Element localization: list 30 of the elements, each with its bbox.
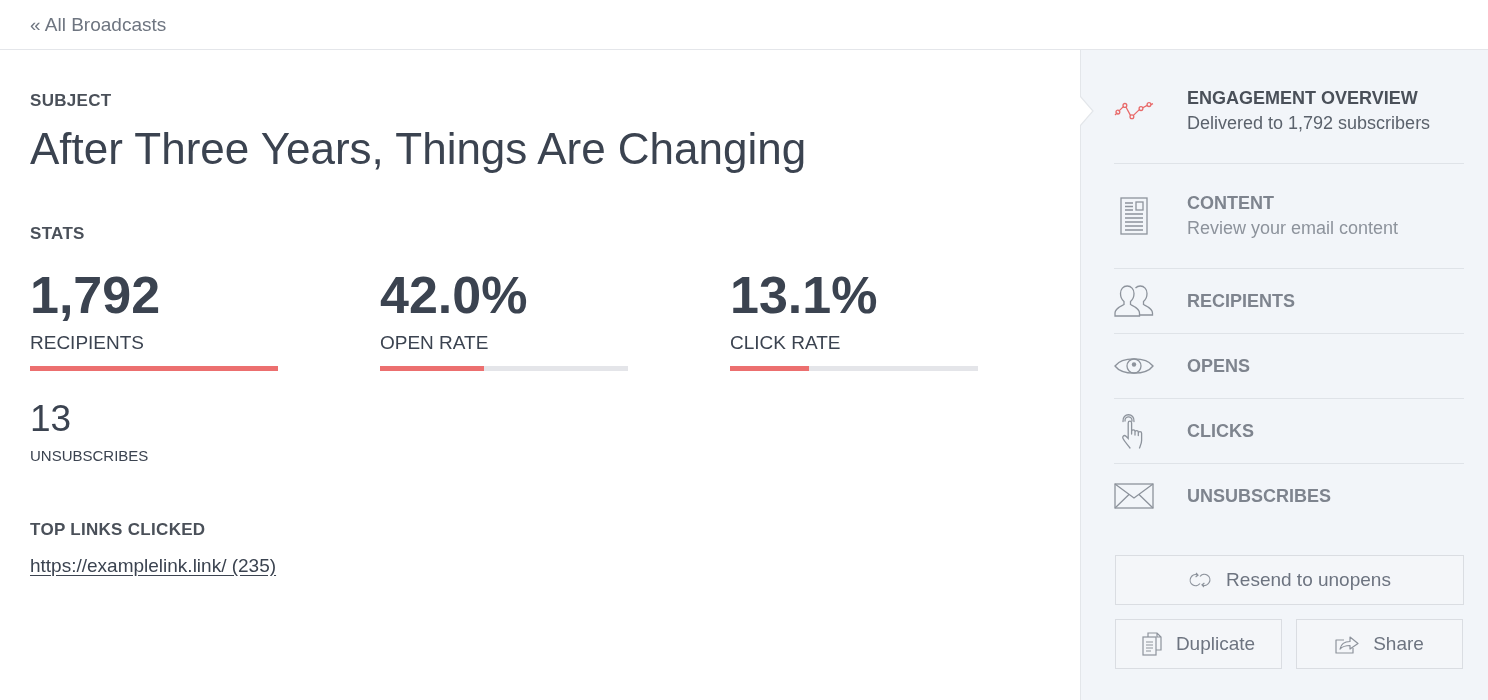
back-link[interactable]: « All Broadcasts	[30, 12, 167, 37]
sidebar-nav-item[interactable]: OPENS	[1114, 334, 1464, 398]
people-icon	[1114, 285, 1154, 317]
stat-value: 1,792	[30, 265, 162, 325]
stat-label: RECIPIENTS	[30, 331, 146, 355]
sidebar-nav-item[interactable]: RECIPIENTS	[1114, 269, 1464, 333]
section-heading: SUBJECT	[30, 91, 112, 111]
line-chart-icon	[1114, 102, 1154, 120]
stat-value: 13.1%	[730, 265, 879, 325]
refresh-icon	[1188, 572, 1213, 588]
top-link[interactable]: https://examplelink.link/ (235)	[30, 554, 277, 578]
subject-title: After Three Years, Things Are Changing	[30, 123, 807, 175]
section-heading: STATS	[30, 224, 85, 244]
sidebar-nav-item[interactable]: CLICKS	[1114, 399, 1464, 463]
stat-value: 13	[30, 399, 72, 439]
sidebar-nav-item[interactable]: CONTENT Review your email content	[1114, 164, 1464, 268]
stat-label: CLICK RATE	[730, 331, 842, 355]
share-icon	[1335, 634, 1360, 654]
duplicate-icon	[1141, 632, 1162, 656]
stat-label: UNSUBSCRIBES	[30, 446, 149, 466]
section-heading: TOP LINKS CLICKED	[30, 520, 206, 540]
envelope-icon	[1114, 483, 1154, 509]
share-button[interactable]: Share	[1296, 619, 1463, 669]
sidebar-nav-item[interactable]: ENGAGEMENT OVERVIEW Delivered to 1,792 subscribers	[1114, 59, 1464, 163]
resend-button[interactable]: Resend to unopens	[1115, 555, 1464, 605]
stat-value: 42.0%	[380, 265, 529, 325]
sidebar-nav-item[interactable]: UNSUBSCRIBES	[1114, 464, 1464, 528]
duplicate-button[interactable]: Duplicate	[1115, 619, 1282, 669]
document-icon	[1120, 197, 1148, 235]
stat-label: OPEN RATE	[380, 331, 490, 355]
